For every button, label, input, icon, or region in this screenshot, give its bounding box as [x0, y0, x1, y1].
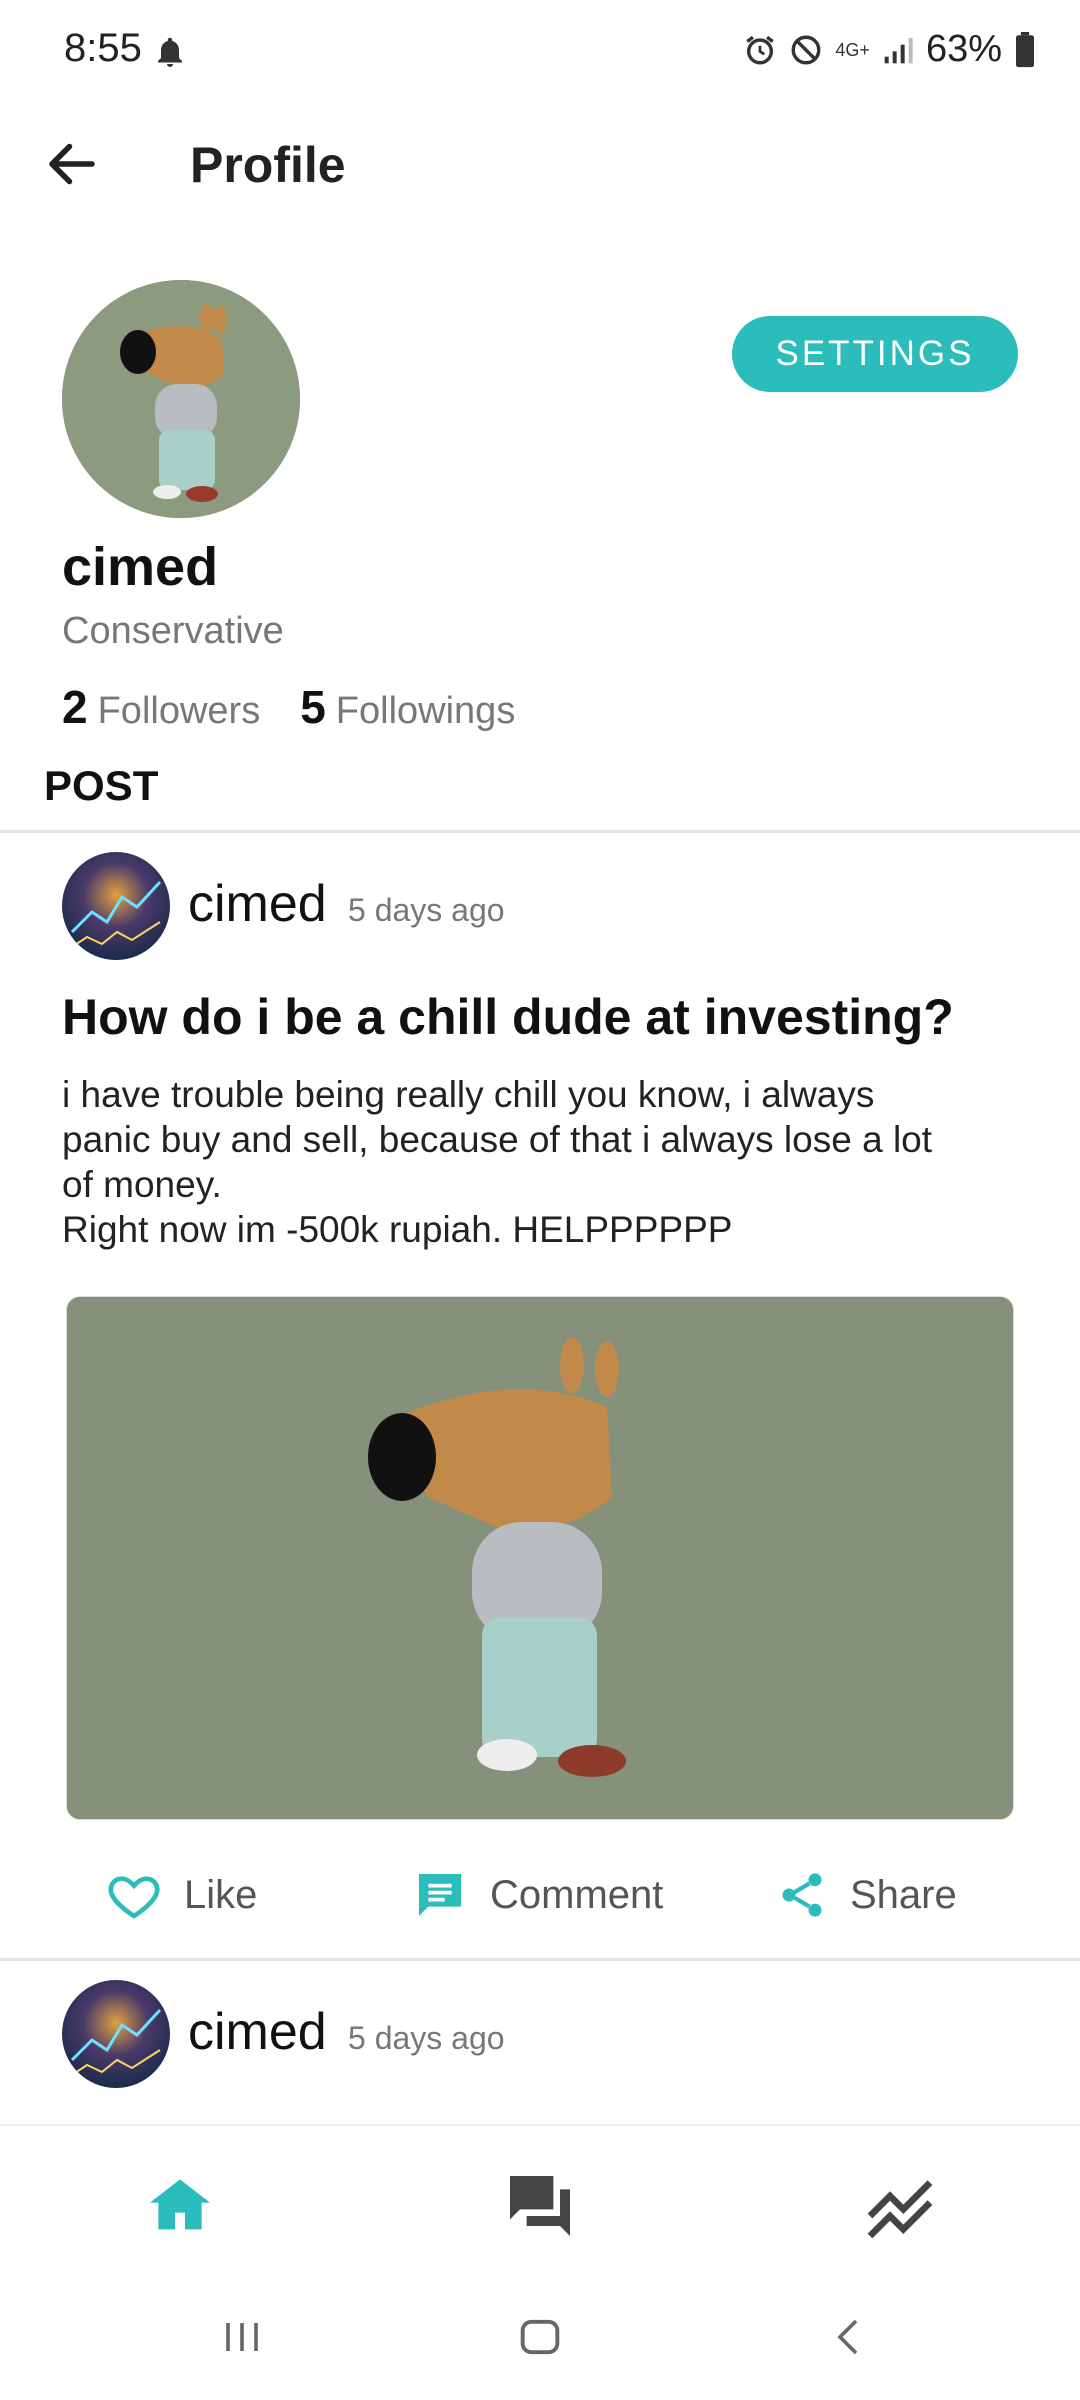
post-body[interactable]: i have trouble being really chill you kn…	[62, 1072, 1022, 1252]
arrow-left-icon[interactable]	[42, 134, 102, 194]
followers-label[interactable]: Followers	[98, 690, 261, 733]
comment-icon	[419, 1874, 461, 1916]
profile-username: cimed	[62, 537, 219, 597]
dog-character-image	[67, 1297, 1013, 1819]
post-title[interactable]: How do i be a chill dude at investing?	[62, 988, 954, 1046]
profile-bio: Conservative	[62, 610, 284, 652]
followers-count[interactable]: 2	[62, 680, 88, 734]
post-author-name[interactable]: cimed	[188, 874, 327, 934]
alarm-icon	[746, 35, 775, 64]
forum-icon[interactable]	[500, 2166, 580, 2246]
page-title: Profile	[190, 137, 346, 193]
signal-icon	[884, 37, 913, 63]
post-author-avatar[interactable]	[62, 852, 170, 960]
divider	[0, 830, 1080, 833]
section-title-post: POST	[44, 762, 159, 809]
status-time: 8:55	[64, 26, 142, 70]
recent-apps-icon[interactable]	[218, 2308, 266, 2366]
followings-count[interactable]: 5	[300, 680, 326, 734]
like-button[interactable]: Like	[106, 1850, 257, 1940]
followings-label[interactable]: Followings	[336, 690, 516, 733]
post-timestamp: 5 days ago	[348, 2020, 505, 2056]
share-label: Share	[850, 1872, 957, 1917]
market-trend-icon[interactable]	[860, 2166, 940, 2246]
stock-chart-avatar-image	[62, 852, 170, 960]
like-label: Like	[184, 1872, 258, 1917]
heart-icon	[108, 1876, 160, 1919]
home-icon[interactable]	[140, 2166, 220, 2246]
status-icons: 4G+ 63%	[743, 28, 1036, 71]
status-bar: 8:55 4G+ 63%	[0, 0, 1080, 110]
home-button-icon[interactable]	[514, 2308, 566, 2366]
share-icon	[782, 1873, 822, 1917]
post-actions: Like Comment Share	[0, 1850, 1080, 1940]
profile-avatar	[62, 280, 300, 518]
stock-chart-avatar-image	[62, 1980, 170, 2088]
post-image[interactable]	[66, 1296, 1014, 1820]
share-button[interactable]: Share	[776, 1850, 957, 1940]
system-navigation-bar	[0, 2280, 1080, 2400]
battery-icon	[1016, 31, 1034, 67]
divider	[0, 1958, 1080, 1961]
profile-screen: 8:55 4G+ 63% Profile SETTINGS cimed Cons…	[0, 0, 1080, 2400]
follow-stats: 2 Followers 5 Followings	[62, 680, 555, 734]
comment-button[interactable]: Comment	[412, 1850, 663, 1940]
post-author-avatar[interactable]	[62, 1980, 170, 2088]
post-author-name[interactable]: cimed	[188, 2002, 327, 2062]
settings-button[interactable]: SETTINGS	[732, 316, 1018, 392]
bottom-navigation	[0, 2124, 1080, 2280]
post-timestamp: 5 days ago	[348, 892, 505, 928]
comment-label: Comment	[490, 1872, 664, 1917]
battery-percent: 63%	[925, 28, 1002, 70]
system-back-icon[interactable]	[824, 2308, 872, 2366]
network-type: 4G+	[835, 39, 870, 60]
do-not-disturb-icon	[791, 35, 821, 64]
dog-character-image	[62, 280, 300, 518]
bell-icon	[158, 37, 182, 67]
